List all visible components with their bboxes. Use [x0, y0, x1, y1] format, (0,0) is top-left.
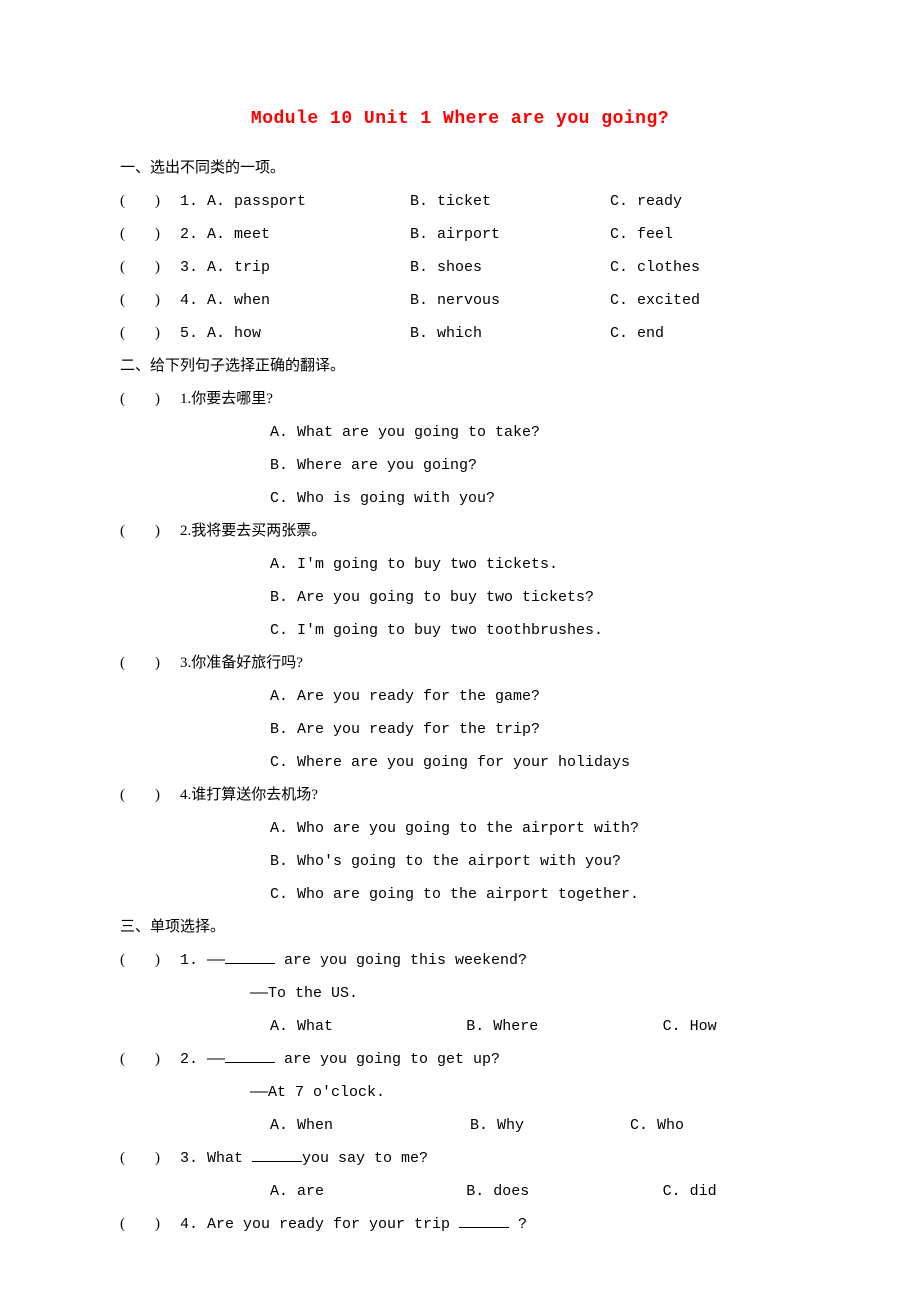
qnum: 3.: [180, 259, 198, 276]
answer-blank[interactable]: ( ): [120, 1208, 180, 1241]
fill-blank[interactable]: [225, 949, 275, 964]
answer-blank[interactable]: ( ): [120, 383, 180, 416]
opt-b: B. does: [466, 1175, 662, 1208]
opt-c: C. end: [610, 317, 750, 350]
s1-q2: ( ) 2. A. meet B. airport C. feel: [120, 218, 800, 251]
s1-q1: ( ) 1. A. passport B. ticket C. ready: [120, 185, 800, 218]
s2-q1-b: B. Where are you going?: [120, 449, 800, 482]
s3-q1-stem: ( ) 1. —— are you going this weekend?: [120, 944, 800, 977]
s2-q3-b: B. Are you ready for the trip?: [120, 713, 800, 746]
s1-q5: ( ) 5. A. how B. which C. end: [120, 317, 800, 350]
answer-blank[interactable]: ( ): [120, 251, 180, 284]
opt-b: B. ticket: [410, 185, 610, 218]
s2-q3-stem: ( ) 3.你准备好旅行吗?: [120, 647, 800, 680]
qnum: 1.: [180, 193, 198, 210]
s2-q1-stem: ( ) 1.你要去哪里?: [120, 383, 800, 416]
opt-c: C. How: [663, 1010, 800, 1043]
stem-post: ?: [509, 1216, 527, 1233]
s3-q2-opts: A. When B. Why C. Who: [120, 1109, 800, 1142]
opt-b: B. shoes: [410, 251, 610, 284]
s3-q1-ans: ——To the US.: [120, 977, 800, 1010]
s1-q3: ( ) 3. A. trip B. shoes C. clothes: [120, 251, 800, 284]
s3-q2-ans: ——At 7 o'clock.: [120, 1076, 800, 1109]
s2-q3-c: C. Where are you going for your holidays: [120, 746, 800, 779]
s2-q2-a: A. I'm going to buy two tickets.: [120, 548, 800, 581]
question-stem: 4.谁打算送你去机场?: [180, 779, 318, 812]
opt-a: A. how: [207, 325, 261, 342]
answer-blank[interactable]: ( ): [120, 1142, 180, 1175]
answer-blank[interactable]: ( ): [120, 515, 180, 548]
stem-post: are you going this weekend?: [275, 952, 527, 969]
qnum: 4.: [180, 292, 198, 309]
answer-blank[interactable]: ( ): [120, 185, 180, 218]
opt-b: B. which: [410, 317, 610, 350]
fill-blank[interactable]: [225, 1048, 275, 1063]
section1-head: 一、选出不同类的一项。: [120, 152, 800, 185]
opt-a: A. are: [270, 1175, 466, 1208]
s3-q3-stem: ( ) 3. What you say to me?: [120, 1142, 800, 1175]
page-title: Module 10 Unit 1 Where are you going?: [120, 100, 800, 140]
opt-c: C. clothes: [610, 251, 750, 284]
opt-a: A. passport: [207, 193, 306, 210]
stem-pre: 2. ——: [180, 1051, 225, 1068]
opt-a: A. When: [270, 1109, 470, 1142]
stem-post: you say to me?: [302, 1150, 428, 1167]
opt-a: A. when: [207, 292, 270, 309]
opt-a: A. trip: [207, 259, 270, 276]
stem-pre: 4. Are you ready for your trip: [180, 1216, 459, 1233]
opt-c: C. did: [663, 1175, 800, 1208]
s2-q4-a: A. Who are you going to the airport with…: [120, 812, 800, 845]
opt-b: B. Where: [466, 1010, 662, 1043]
s3-q2-stem: ( ) 2. —— are you going to get up?: [120, 1043, 800, 1076]
question-stem: 2. —— are you going to get up?: [180, 1043, 500, 1076]
s2-q4-c: C. Who are going to the airport together…: [120, 878, 800, 911]
opt-a: A. What: [270, 1010, 466, 1043]
fill-blank[interactable]: [459, 1213, 509, 1228]
stem-pre: 3. What: [180, 1150, 252, 1167]
s2-q1-a: A. What are you going to take?: [120, 416, 800, 449]
qnum: 2.: [180, 226, 198, 243]
s3-q4-stem: ( ) 4. Are you ready for your trip ?: [120, 1208, 800, 1241]
worksheet-page: Module 10 Unit 1 Where are you going? 一、…: [0, 0, 920, 1301]
s2-q1-c: C. Who is going with you?: [120, 482, 800, 515]
opt-a: A. meet: [207, 226, 270, 243]
question-stem: 1.你要去哪里?: [180, 383, 273, 416]
answer-blank[interactable]: ( ): [120, 218, 180, 251]
answer-blank[interactable]: ( ): [120, 647, 180, 680]
s2-q3-a: A. Are you ready for the game?: [120, 680, 800, 713]
qnum: 5.: [180, 325, 198, 342]
answer-blank[interactable]: ( ): [120, 284, 180, 317]
s2-q2-b: B. Are you going to buy two tickets?: [120, 581, 800, 614]
s2-q4-b: B. Who's going to the airport with you?: [120, 845, 800, 878]
opt-c: C. Who: [630, 1109, 770, 1142]
section2-head: 二、给下列句子选择正确的翻译。: [120, 350, 800, 383]
answer-blank[interactable]: ( ): [120, 944, 180, 977]
s1-q4: ( ) 4. A. when B. nervous C. excited: [120, 284, 800, 317]
s2-q2-stem: ( ) 2.我将要去买两张票。: [120, 515, 800, 548]
s3-q1-opts: A. What B. Where C. How: [120, 1010, 800, 1043]
opt-c: C. feel: [610, 218, 750, 251]
opt-b: B. airport: [410, 218, 610, 251]
fill-blank[interactable]: [252, 1147, 302, 1162]
question-stem: 1. —— are you going this weekend?: [180, 944, 527, 977]
answer-blank[interactable]: ( ): [120, 1043, 180, 1076]
question-stem: 2.我将要去买两张票。: [180, 515, 326, 548]
s2-q4-stem: ( ) 4.谁打算送你去机场?: [120, 779, 800, 812]
opt-c: C. excited: [610, 284, 750, 317]
answer-blank[interactable]: ( ): [120, 779, 180, 812]
question-stem: 3.你准备好旅行吗?: [180, 647, 303, 680]
section3-head: 三、单项选择。: [120, 911, 800, 944]
stem-pre: 1. ——: [180, 952, 225, 969]
question-stem: 3. What you say to me?: [180, 1142, 428, 1175]
stem-post: are you going to get up?: [275, 1051, 500, 1068]
opt-b: B. nervous: [410, 284, 610, 317]
opt-c: C. ready: [610, 185, 750, 218]
answer-blank[interactable]: ( ): [120, 317, 180, 350]
s2-q2-c: C. I'm going to buy two toothbrushes.: [120, 614, 800, 647]
s3-q3-opts: A. are B. does C. did: [120, 1175, 800, 1208]
question-stem: 4. Are you ready for your trip ?: [180, 1208, 527, 1241]
